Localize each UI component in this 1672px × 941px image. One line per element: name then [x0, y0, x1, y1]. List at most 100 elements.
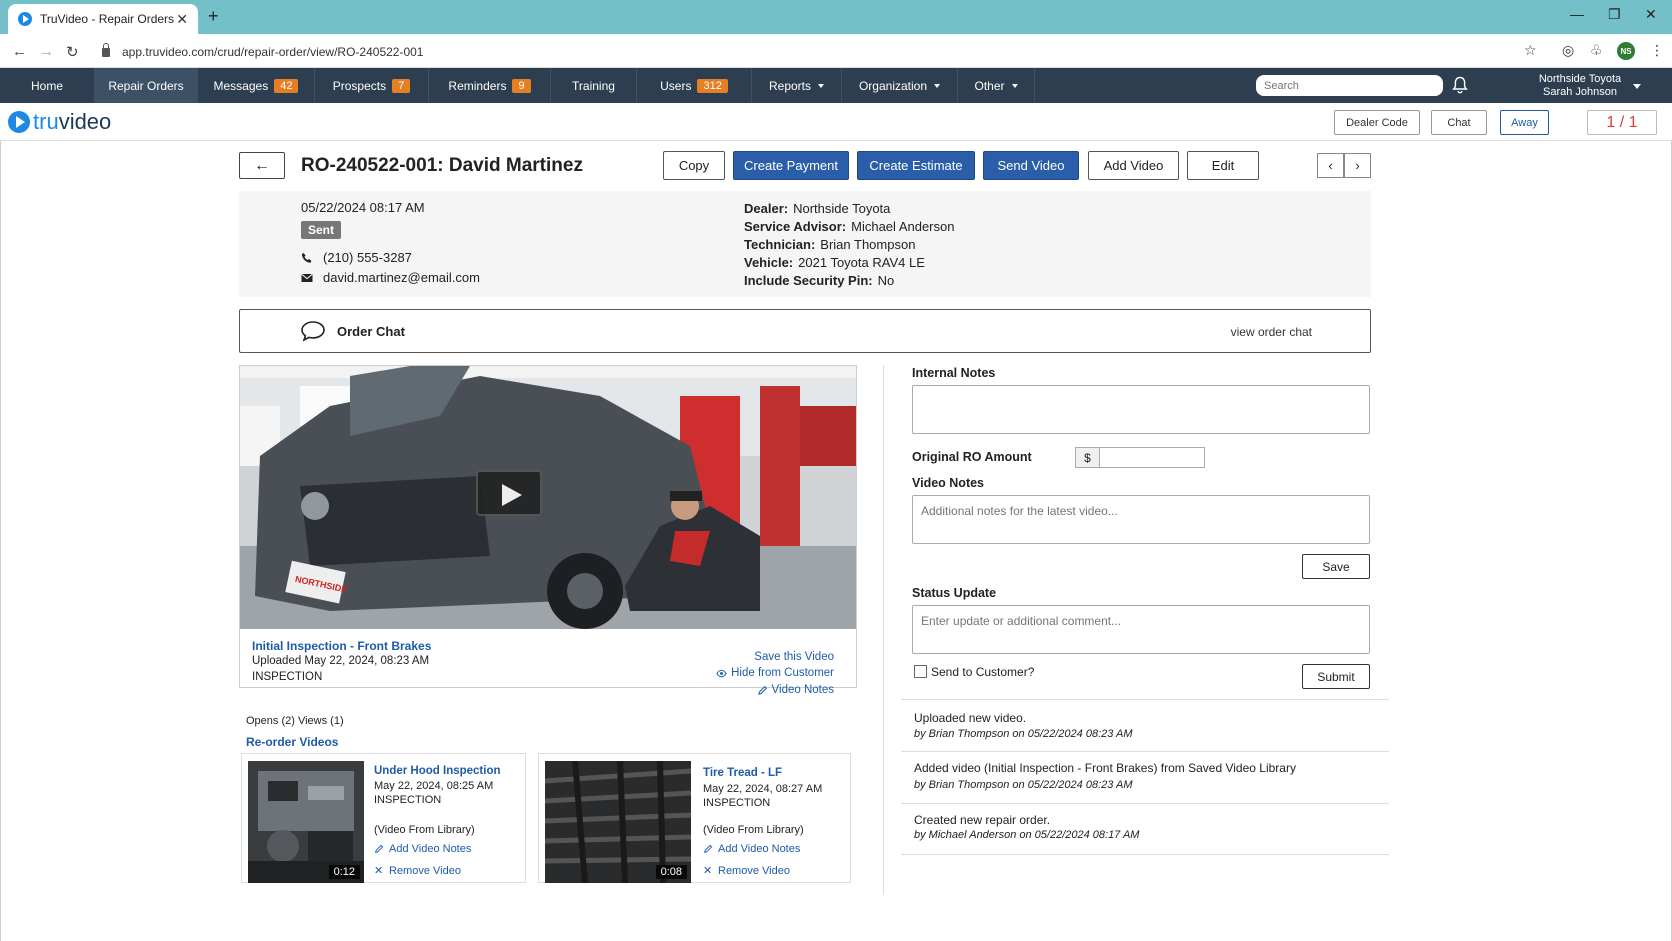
send-to-customer-checkbox[interactable] — [914, 665, 927, 678]
view-order-chat-link[interactable]: view order chat — [1231, 325, 1312, 339]
history-text: Uploaded new video. — [914, 711, 1027, 725]
video-notes-link[interactable]: Video Notes — [757, 684, 834, 696]
detail-label: Service Advisor: — [744, 219, 847, 234]
eye-icon — [716, 669, 727, 677]
add-notes-label: Add Video Notes — [389, 843, 472, 855]
chat-button[interactable]: Chat — [1431, 110, 1487, 135]
nav-home[interactable]: Home — [0, 68, 95, 103]
phone-number[interactable]: (210) 555-3287 — [323, 250, 412, 265]
save-video-label: Save this Video — [754, 651, 834, 663]
video-thumb-card: 0:12 Under Hood Inspection May 22, 2024,… — [241, 753, 526, 883]
menu-kebab-icon[interactable]: ⋮ — [1650, 42, 1664, 59]
edit-button[interactable]: Edit — [1187, 151, 1259, 180]
truvideo-favicon — [18, 12, 32, 26]
phone-icon — [301, 252, 312, 263]
detail-value: Brian Thompson — [820, 237, 916, 252]
save-video-link[interactable]: Save this Video — [754, 651, 834, 663]
currency-addon: $ — [1075, 447, 1100, 468]
new-tab-icon[interactable]: + — [208, 6, 219, 27]
add-video-button[interactable]: Add Video — [1088, 151, 1179, 180]
remove-video-link[interactable]: ✕ Remove Video — [703, 865, 790, 877]
hide-from-customer-link[interactable]: Hide from Customer — [716, 667, 834, 679]
thumb-video[interactable]: 0:08 — [545, 761, 691, 883]
nav-label: Reports — [768, 78, 812, 93]
duration-badge: 0:12 — [328, 865, 360, 879]
detail-value: No — [877, 273, 895, 288]
phone-row: (210) 555-3287 — [301, 250, 412, 265]
thumb-type: INSPECTION — [374, 794, 442, 806]
browser-tab[interactable]: TruVideo - Repair Orders ✕ — [8, 4, 198, 34]
detail-label: Dealer: — [744, 201, 789, 216]
nav-training[interactable]: Training — [551, 68, 637, 103]
email-row: david.martinez@email.com — [301, 270, 480, 285]
x-icon: ✕ — [374, 865, 384, 877]
back-button[interactable]: ← — [239, 152, 285, 179]
add-video-notes-link[interactable]: Add Video Notes — [374, 843, 471, 855]
original-ro-amount-input[interactable] — [1099, 447, 1205, 468]
add-notes-label: Add Video Notes — [718, 843, 801, 855]
status-update-field[interactable] — [912, 605, 1370, 654]
dealer-code-button[interactable]: Dealer Code — [1334, 110, 1420, 135]
detail-vehicle: Vehicle: 2021 Toyota RAV4 LE — [744, 255, 925, 270]
user-menu[interactable]: Northside Toyota Sarah Johnson — [1520, 73, 1640, 99]
nav-label: Messages — [213, 78, 269, 93]
email-address[interactable]: david.martinez@email.com — [323, 270, 480, 285]
save-button[interactable]: Save — [1302, 554, 1370, 579]
thumb-video[interactable]: 0:12 — [248, 761, 364, 883]
bookmark-star-icon[interactable]: ☆ — [1524, 42, 1537, 59]
add-video-notes-link[interactable]: Add Video Notes — [703, 843, 800, 855]
next-order-button[interactable]: › — [1344, 153, 1371, 178]
restore-icon[interactable]: ❐ — [1608, 6, 1621, 23]
nav-reminders[interactable]: Reminders 9 — [429, 68, 551, 103]
forward-icon[interactable]: → — [39, 43, 54, 60]
nav-other[interactable]: Other — [958, 68, 1035, 103]
page-title: RO-240522-001: David Martinez — [301, 155, 583, 176]
prev-order-button[interactable]: ‹ — [1317, 153, 1344, 178]
remove-video-link[interactable]: ✕ Remove Video — [374, 865, 461, 877]
history-item: Created new repair order. by Michael And… — [901, 803, 1389, 855]
submit-button[interactable]: Submit — [1302, 664, 1370, 689]
nav-prospects[interactable]: Prospects 7 — [315, 68, 429, 103]
nav-search-input[interactable] — [1256, 75, 1443, 96]
prospects-badge: 7 — [392, 78, 411, 93]
truvideo-logo[interactable]: tru video — [8, 109, 111, 135]
internal-notes-field[interactable] — [912, 385, 1370, 434]
send-video-button[interactable]: Send Video — [983, 151, 1079, 180]
nav-messages[interactable]: Messages 42 — [198, 68, 315, 103]
nav-reports[interactable]: Reports — [752, 68, 842, 103]
user-caret-icon[interactable] — [1633, 84, 1641, 89]
bell-icon[interactable] — [1452, 76, 1468, 94]
nav-label: Reminders — [448, 78, 507, 93]
nav-repair-orders[interactable]: Repair Orders — [95, 68, 198, 103]
thumb-title[interactable]: Tire Tread - LF — [703, 767, 782, 779]
reminders-badge: 9 — [512, 78, 531, 93]
close-window-icon[interactable]: ✕ — [1645, 6, 1657, 23]
reorder-videos-link[interactable]: Re-order Videos — [246, 735, 338, 749]
nav-label: Training — [572, 78, 615, 93]
copy-button[interactable]: Copy — [663, 151, 725, 180]
back-icon[interactable]: ← — [12, 43, 27, 60]
order-chat-bar[interactable]: Order Chat view order chat — [239, 309, 1371, 353]
minimize-icon[interactable]: — — [1570, 6, 1584, 22]
pencil-icon — [375, 844, 384, 853]
play-icon[interactable] — [476, 470, 542, 516]
video-title[interactable]: Initial Inspection - Front Brakes — [252, 639, 431, 653]
away-button[interactable]: Away — [1500, 110, 1549, 135]
dealer-name: Northside Toyota — [1538, 73, 1622, 85]
close-tab-icon[interactable]: ✕ — [176, 11, 188, 28]
video-notes-field[interactable] — [912, 495, 1370, 544]
nav-label: Prospects — [332, 78, 387, 93]
nav-organization[interactable]: Organization — [842, 68, 958, 103]
extension-icon[interactable]: ◎ — [1562, 42, 1574, 59]
puzzle-icon[interactable]: ♧ — [1590, 42, 1603, 59]
thumb-title[interactable]: Under Hood Inspection — [374, 765, 501, 777]
internal-notes-label: Internal Notes — [912, 366, 996, 380]
video-player[interactable]: NORTHSIDE — [240, 366, 856, 629]
profile-avatar[interactable]: NS — [1617, 42, 1635, 60]
nav-users[interactable]: Users 312 — [637, 68, 752, 103]
reload-icon[interactable]: ↻ — [66, 43, 79, 61]
logo-play-icon — [8, 111, 30, 133]
create-estimate-button[interactable]: Create Estimate — [857, 151, 975, 180]
create-payment-button[interactable]: Create Payment — [733, 151, 849, 180]
url-field[interactable]: app.truvideo.com/crud/repair-order/view/… — [102, 41, 423, 63]
